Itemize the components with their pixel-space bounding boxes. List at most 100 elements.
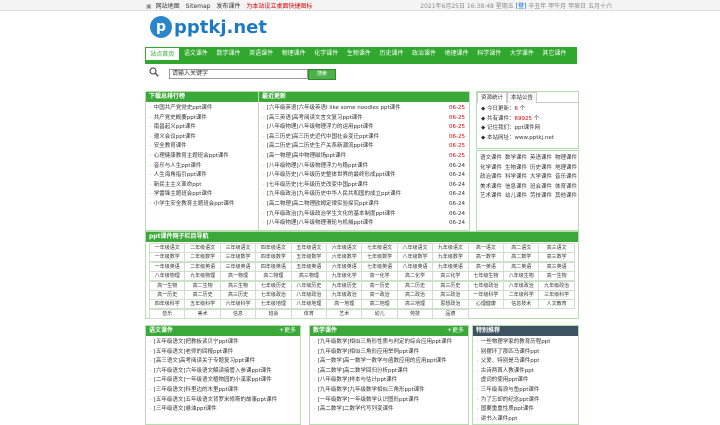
publish-link[interactable]: 发布课件 [216,3,240,10]
login-link[interactable]: [登] [516,3,527,10]
category-tag[interactable]: 艺术课件 [480,193,502,199]
category-tag[interactable]: 英语课件 [530,155,552,161]
nav-college[interactable]: 大学课件 [506,47,539,60]
feature-item[interactable]: · 父爱、特别是马课件ppt [477,357,578,367]
item-title[interactable]: 人生海角指引ppt课件 [154,172,207,178]
nav-biology[interactable]: 生物课件 [343,47,376,60]
item-title[interactable]: [九年级数学]相似三角形性质与判定的综合应用ppt课件 [318,339,452,345]
subcategory-link[interactable]: 心理健康 [467,299,505,310]
category-tag[interactable]: 化学课件 [480,165,502,171]
feature-item[interactable]: · 一些物理学家的教育历程ppt [477,338,578,348]
item-title[interactable]: [一年级数学]一年级数学认识图形ppt课件 [318,397,419,403]
feature-item[interactable]: · 国要重重性质ppt课件 [477,405,578,415]
category-tag[interactable]: 语文课件 [480,155,502,161]
item-title[interactable]: 遵义会议ppt课件 [154,134,196,140]
chinese-more-link[interactable]: +更多 [279,326,296,336]
subcategory-link[interactable]: 人文教育 [538,299,575,310]
subcategory-link[interactable]: 体育 [290,308,328,319]
item-title[interactable]: 共产党史概要ppt课件 [154,115,207,121]
search-button[interactable]: 搜索 [308,69,336,80]
item-title[interactable]: 国要重重性质ppt课件 [481,406,534,412]
nav-physics[interactable]: 物理课件 [277,47,310,60]
feature-item[interactable]: · 为了忘却的纪念ppt课件 [477,396,578,406]
item-title[interactable]: [三年级语文]悬浊ppt课件 [154,406,217,412]
tab-stats[interactable]: 资源统计 [477,92,508,103]
category-tag[interactable]: 劳技课件 [530,193,552,199]
category-tag[interactable]: 班会课件 [530,184,552,190]
item-title[interactable]: [高三语文]高考阅读关于专题复习ppt课件 [154,358,255,364]
feature-item[interactable]: · 别摆环了那匹马课件ppt [477,348,578,358]
chinese-item[interactable]: · [二年级语文]一年级语文植物园的小溪家ppt课件 [150,376,300,386]
item-title[interactable]: [高一数学]高一数学一数学与函数应用的应用ppt课件 [318,358,447,364]
latest-item[interactable]: · [高二历史]高二历史生产关系新潮流ppt课件 06-25 [263,142,469,152]
item-title[interactable]: [高二物理]高二物理欧姆定律实验探究ppt课件 [267,201,379,207]
item-title[interactable]: 中国共产党党史ppt课件 [154,105,213,111]
category-tag[interactable]: 信息课件 [505,184,527,190]
math-item[interactable]: · [高二数学]二数学代写列变课件 [314,405,468,415]
category-tag[interactable]: 生物课件 [505,165,527,171]
nav-politics[interactable]: 政治课件 [408,47,441,60]
category-tag[interactable]: 历史课件 [530,165,552,171]
item-title[interactable]: 心理健康教育主题班会ppt课件 [154,153,229,159]
item-title[interactable]: 学雷锋主题班会ppt课件 [154,191,213,197]
math-item[interactable]: · [一年级数学]一年级数学认识图形ppt课件 [314,396,468,406]
item-title[interactable]: [八年级物理]八年级物理浮力的运用ppt课件 [267,124,374,130]
item-title[interactable]: [九年级政治]九年级历史中华人民共和国的成立ppt课件 [267,191,401,197]
category-tag[interactable]: 其他课件 [555,193,577,199]
nav-chinese[interactable]: 语文课件 [180,47,213,60]
item-title[interactable]: [三年级语文]科里边的木里ppt课件 [154,387,239,393]
item-title[interactable]: [高三历史]高三历史近代中国社会变迁ppt课件 [267,134,379,140]
feature-item[interactable]: · 三年级海浪与鱼ppt课件 [477,386,578,396]
item-title[interactable]: 为了忘却的纪念ppt课件 [481,397,540,403]
item-title[interactable]: [八年级历史]八年级历史整体世界的最终形成ppt课件 [267,172,396,178]
math-item[interactable]: · [九年级数学]相似三角形性质与判定的综合应用ppt课件 [314,338,468,348]
item-title[interactable]: [九年级数学]九年级数学相似三角形ppt课件 [318,387,425,393]
latest-item[interactable]: · [九年级政治]九年级历史中华人民共和国的成立ppt课件 06-24 [263,190,469,200]
nav-history[interactable]: 历史课件 [375,47,408,60]
category-tag[interactable]: 美术课件 [480,184,502,190]
chinese-item[interactable]: · [三年级语文]科里边的木里ppt课件 [150,386,300,396]
tab-notice[interactable]: 本站公告 [507,92,538,103]
item-title[interactable]: 音乐与人生ppt课件 [154,163,202,169]
subcategory-link[interactable]: 艺术 [326,308,363,319]
site-logo[interactable]: p pptkj.net [150,14,267,42]
shortcut-link[interactable]: 为本站设立桌面快捷图标 [246,3,312,10]
math-item[interactable]: · [九年级数学]相似三角形应用举例ppt课件 [314,348,468,358]
nav-science[interactable]: 科学课件 [473,47,506,60]
nav-english[interactable]: 英语课件 [245,47,278,60]
chinese-item[interactable]: · [五年级语文]老师的回报ppt课件 [150,348,300,358]
item-title[interactable]: [二年级语文]一年级语文植物园的小溪家ppt课件 [154,377,272,383]
subcategory-link[interactable]: 信息技术 [503,299,540,310]
item-title[interactable]: [六年级英语]六年级英语I like some noodles ppt课件 [267,105,401,111]
chinese-item[interactable]: · [五年级语文]五年级语文背罗米修斯的故事ppt课件 [150,396,300,406]
subcategory-link[interactable]: 音乐 [149,308,186,319]
subcategory-link[interactable]: 劳技 [396,308,434,319]
latest-item[interactable]: · [高二物理]高二物理欧姆定律实验探究ppt课件 06-24 [263,200,469,210]
category-tag[interactable]: 地理课件 [555,165,577,171]
nav-math[interactable]: 数学课件 [212,47,245,60]
math-item[interactable]: · [高二数学]高二数学回归分析ppt课件 [314,367,468,377]
latest-item[interactable]: · [八年级物理]八年级物理浮力的运用ppt课件 06-25 [263,123,469,133]
latest-item[interactable]: · [高三英语]高考阅读文言文复习ppt课件 06-25 [263,114,469,124]
latest-item[interactable]: · [六年级英语]六年级英语I like some noodles ppt课件 06… [263,104,469,114]
item-title[interactable]: 南昌起义ppt课件 [154,124,196,130]
math-item[interactable]: · [八年级数学]样本与估计ppt课件 [314,376,468,386]
latest-item[interactable]: · [七年级历史]七年级历史改变中国ppt课件 06-24 [263,181,469,191]
latest-item[interactable]: · [九年级政治]九年级政治学生文化的基本制度ppt课件 06-24 [263,210,469,220]
latest-item[interactable]: · [八年级历史]八年级历史整体世界的最终形成ppt课件 06-24 [263,171,469,181]
latest-item[interactable]: · [八年级物理]八年级物理浮力与稳ppt课件 06-24 [263,162,469,172]
item-title[interactable]: [九年级政治]九年级政治学生文化的基本制度ppt课件 [267,211,396,217]
category-tag[interactable]: 音乐课件 [555,174,577,180]
item-title[interactable]: 三年级海浪与鱼ppt课件 [481,387,540,393]
latest-item[interactable]: · [高一物理]高中物理磁场ppt课件 06-25 [263,152,469,162]
item-title[interactable]: [八年级物理]八年级物理浮力与稳ppt课件 [267,163,368,169]
item-title[interactable]: 父爱、特别是马课件ppt [481,358,540,364]
subcategory-link[interactable]: 美术 [184,308,221,319]
item-title[interactable]: [高二数学]高二数学回归分析ppt课件 [318,368,408,374]
feature-item[interactable]: · 虚词的使用ppt课件 [477,376,578,386]
sitemap-en-link[interactable]: Sitemap [186,3,211,10]
item-title[interactable]: 别摆环了那匹马课件ppt [481,349,540,355]
item-title[interactable]: [八年级物理]八年级物理滑轮与机械ppt课件 [267,220,374,226]
latest-item[interactable]: · [八年级物理]八年级物理滑轮与机械ppt课件 06-24 [263,219,469,229]
item-title[interactable]: [高二数学]二数学代写列变课件 [318,406,394,412]
